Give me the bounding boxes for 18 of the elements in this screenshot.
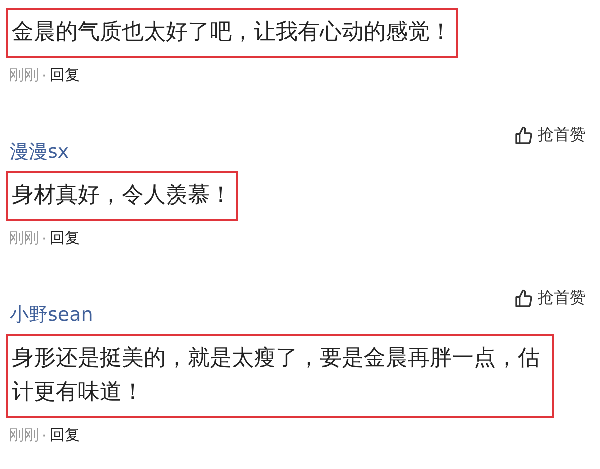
reply-link[interactable]: 回复 (50, 229, 80, 248)
like-button[interactable]: 抢首赞 (514, 288, 586, 309)
comment-time: 刚刚 (9, 229, 39, 248)
separator-dot: · (42, 230, 47, 248)
reply-link[interactable]: 回复 (50, 426, 80, 445)
comment-text: 身材真好，令人羡慕！ (6, 171, 238, 221)
separator-dot: · (42, 426, 47, 444)
reply-link[interactable]: 回复 (50, 66, 80, 85)
comment-text: 身形还是挺美的，就是太瘦了，要是金晨再胖一点，估计更有味道！ (6, 334, 554, 418)
username[interactable]: 小野sean (10, 302, 94, 328)
username[interactable]: 漫漫sx (10, 139, 70, 165)
comment-time: 刚刚 (9, 66, 39, 85)
thumbs-up-icon (514, 126, 534, 146)
like-button[interactable]: 抢首赞 (514, 125, 586, 146)
separator-dot: · (42, 66, 47, 84)
comment-text: 金晨的气质也太好了吧，让我有心动的感觉！ (6, 8, 458, 58)
comment-time: 刚刚 (9, 426, 39, 445)
thumbs-up-icon (514, 288, 534, 308)
